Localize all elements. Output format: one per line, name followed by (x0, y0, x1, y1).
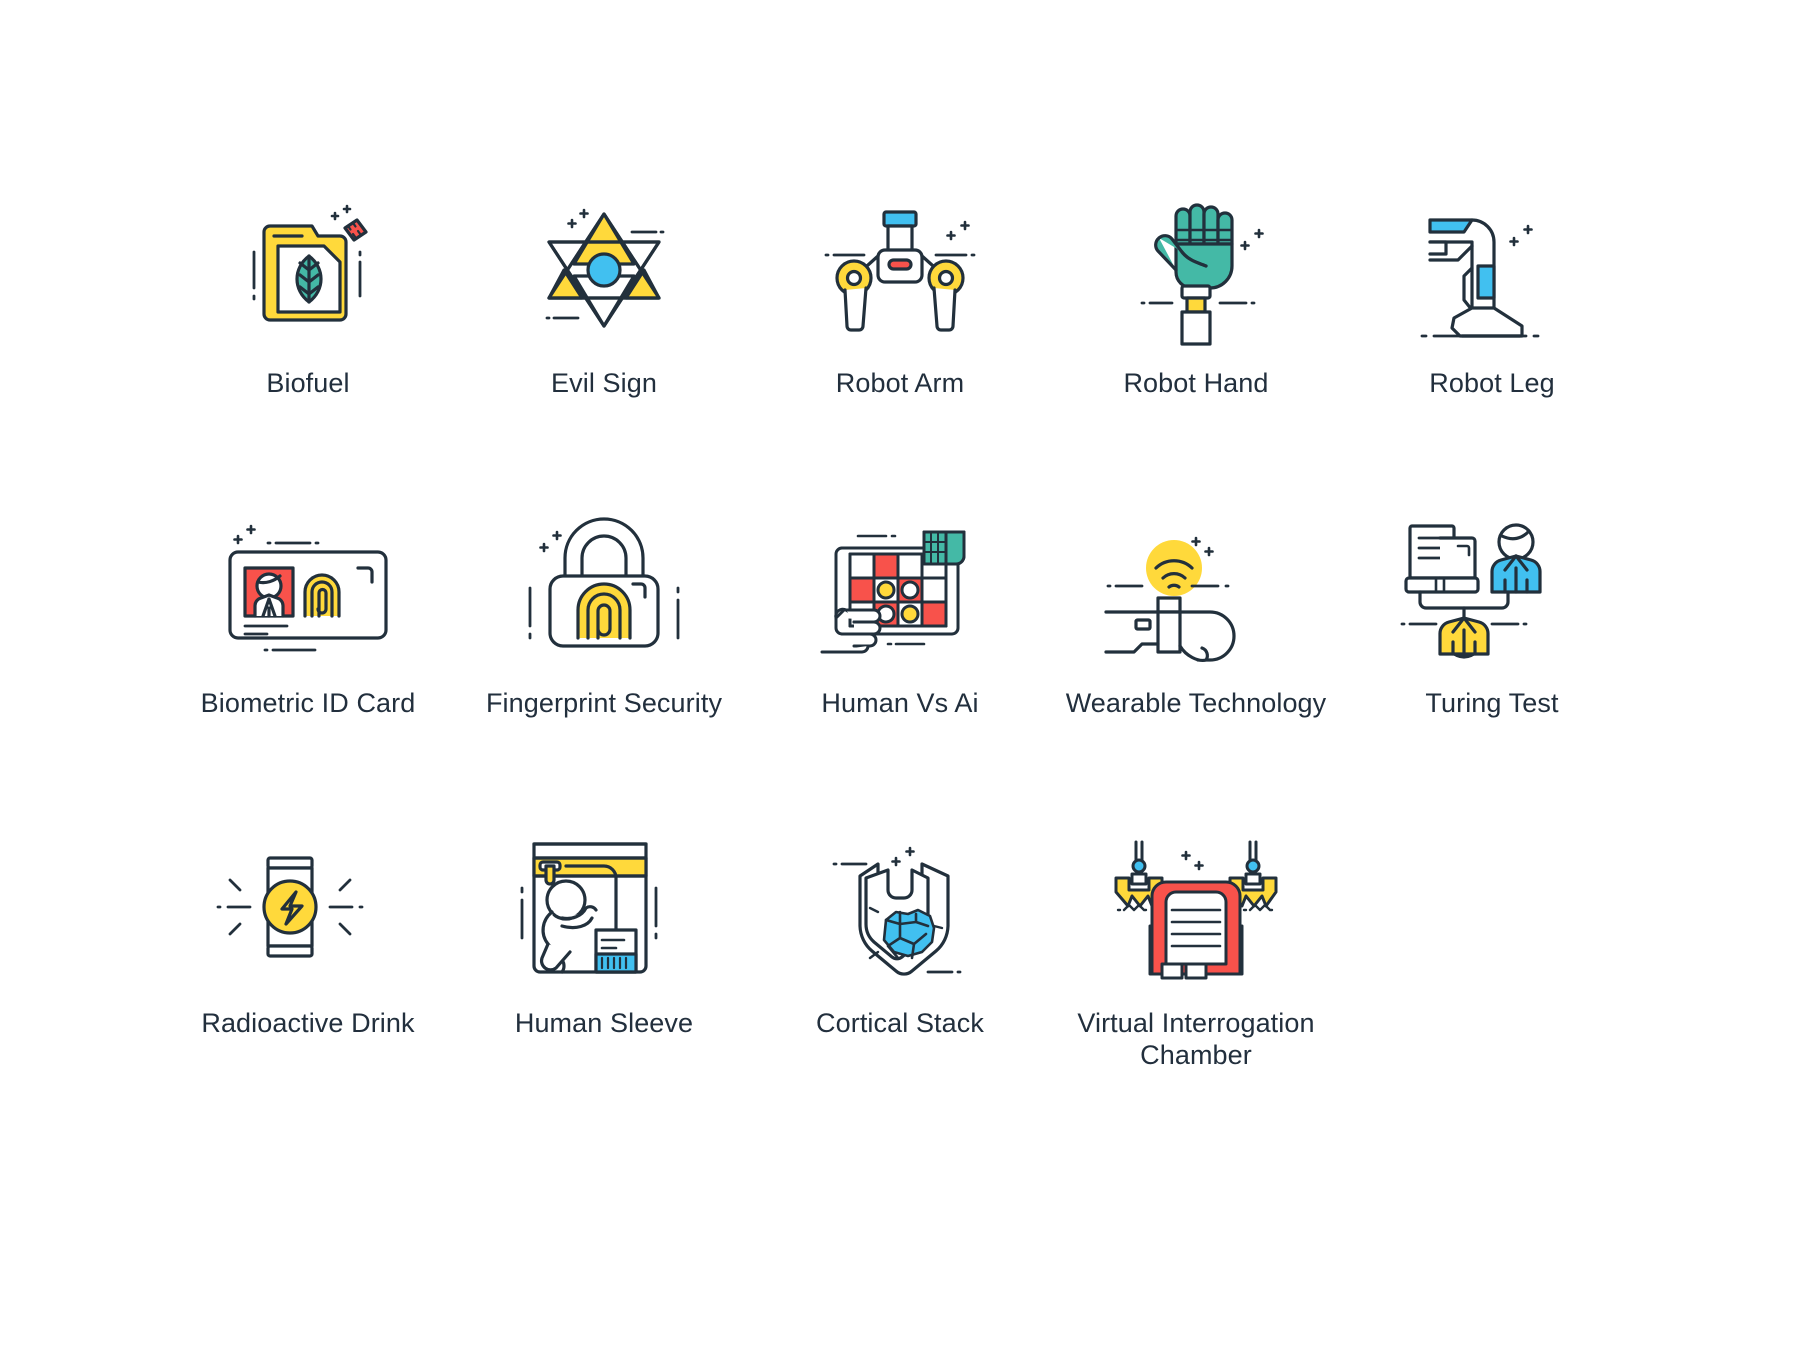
icon-label: Robot Hand (1123, 368, 1269, 398)
icon-item-biofuel[interactable]: Biofuel (160, 190, 456, 510)
human-sleeve-icon (520, 842, 658, 974)
icon-label: Robot Arm (835, 368, 965, 398)
icon-item-turing-test[interactable]: Turing Test (1344, 510, 1640, 830)
evil-sign-icon (545, 208, 665, 328)
icon-label: Virtual Interrogation Chamber (1077, 1008, 1315, 1070)
robot-leg-icon (1420, 218, 1540, 338)
icon-item-robot-arm[interactable]: Robot Arm (752, 190, 1048, 510)
icon-label: Turing Test (1425, 688, 1559, 718)
icon-label: Wearable Technology (1065, 688, 1327, 718)
icon-label: Evil Sign (551, 368, 657, 398)
radioactive-drink-icon (216, 856, 364, 958)
biofuel-icon (252, 204, 368, 322)
icon-item-evil-sign[interactable]: Evil Sign (456, 190, 752, 510)
virtual-interrogation-chamber-icon (1114, 840, 1278, 980)
wearable-technology-icon (1104, 536, 1236, 662)
icon-label: Fingerprint Security (485, 688, 723, 718)
fingerprint-security-icon (528, 517, 680, 648)
icon-label: Human Sleeve (514, 1008, 694, 1038)
icon-item-human-sleeve[interactable]: Human Sleeve (456, 830, 752, 1150)
icon-label: Radioactive Drink (201, 1008, 415, 1038)
robot-hand-icon (1140, 203, 1264, 346)
icon-label: Cortical Stack (816, 1008, 984, 1038)
icon-item-wearable-technology[interactable]: Wearable Technology (1048, 510, 1344, 830)
icon-item-radioactive-drink[interactable]: Radioactive Drink (160, 830, 456, 1150)
biometric-id-card-icon (228, 524, 388, 652)
icon-item-robot-leg[interactable]: Robot Leg (1344, 190, 1640, 510)
icon-item-human-vs-ai[interactable]: Human Vs Ai (752, 510, 1048, 830)
turing-test-icon (1400, 523, 1542, 659)
icon-label: Biofuel (266, 368, 350, 398)
icon-item-fingerprint-security[interactable]: Fingerprint Security (456, 510, 752, 830)
human-vs-ai-icon (820, 530, 966, 654)
icon-item-cortical-stack[interactable]: Cortical Stack (752, 830, 1048, 1150)
robot-arm-icon (824, 210, 976, 332)
icon-label: Robot Leg (1429, 368, 1555, 398)
icon-grid: Biofuel Evil Sign Robot Arm Robot Hand R… (160, 190, 1640, 1150)
icon-item-biometric-id-card[interactable]: Biometric ID Card (160, 510, 456, 830)
cortical-stack-icon (832, 846, 962, 976)
icon-label: Biometric ID Card (200, 688, 416, 718)
icon-label: Human Vs Ai (821, 688, 979, 718)
icon-item-robot-hand[interactable]: Robot Hand (1048, 190, 1344, 510)
icon-item-virtual-interrogation-chamber[interactable]: Virtual Interrogation Chamber (1048, 830, 1344, 1150)
